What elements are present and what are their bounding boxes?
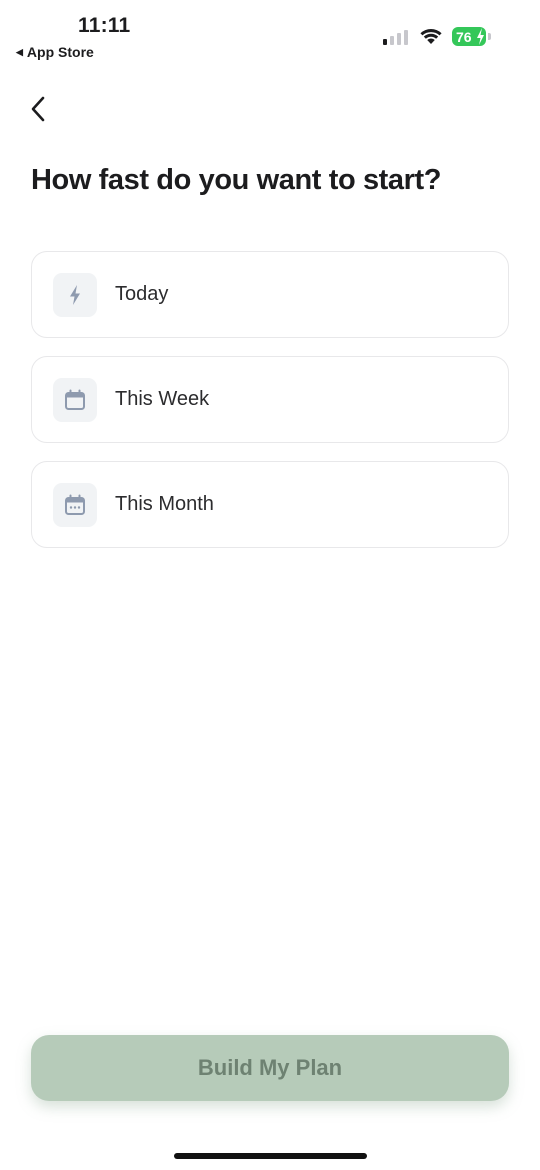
battery-tip: [488, 33, 491, 40]
option-this-week[interactable]: This Week: [31, 356, 509, 443]
build-my-plan-button[interactable]: Build My Plan: [31, 1035, 509, 1101]
chevron-left-icon: [31, 96, 45, 122]
option-label: This Month: [115, 493, 214, 515]
status-bar: 11:11 ◀ App Store 76: [0, 0, 540, 70]
option-label: This Week: [115, 388, 210, 410]
back-to-app-link[interactable]: ◀ App Store: [16, 44, 94, 60]
charging-bolt-icon: [476, 27, 485, 51]
calendar-month-icon: [53, 482, 97, 527]
wifi-icon: [418, 25, 444, 50]
calendar-icon: [53, 377, 97, 422]
speed-options-list: Today This Week This Month: [31, 251, 509, 548]
option-today[interactable]: Today: [31, 251, 509, 338]
back-triangle-icon: ◀: [16, 46, 23, 57]
back-to-app-label: App Store: [26, 44, 94, 60]
status-time: 11:11: [78, 14, 131, 37]
lightning-icon: [53, 272, 97, 317]
home-indicator[interactable]: [174, 1153, 367, 1159]
back-button[interactable]: [22, 92, 54, 126]
page-title: How fast do you want to start?: [31, 164, 442, 196]
battery-level: 76: [456, 28, 472, 45]
cellular-signal-icon: [383, 29, 408, 45]
option-label: Today: [115, 283, 169, 305]
option-this-month[interactable]: This Month: [31, 461, 509, 548]
